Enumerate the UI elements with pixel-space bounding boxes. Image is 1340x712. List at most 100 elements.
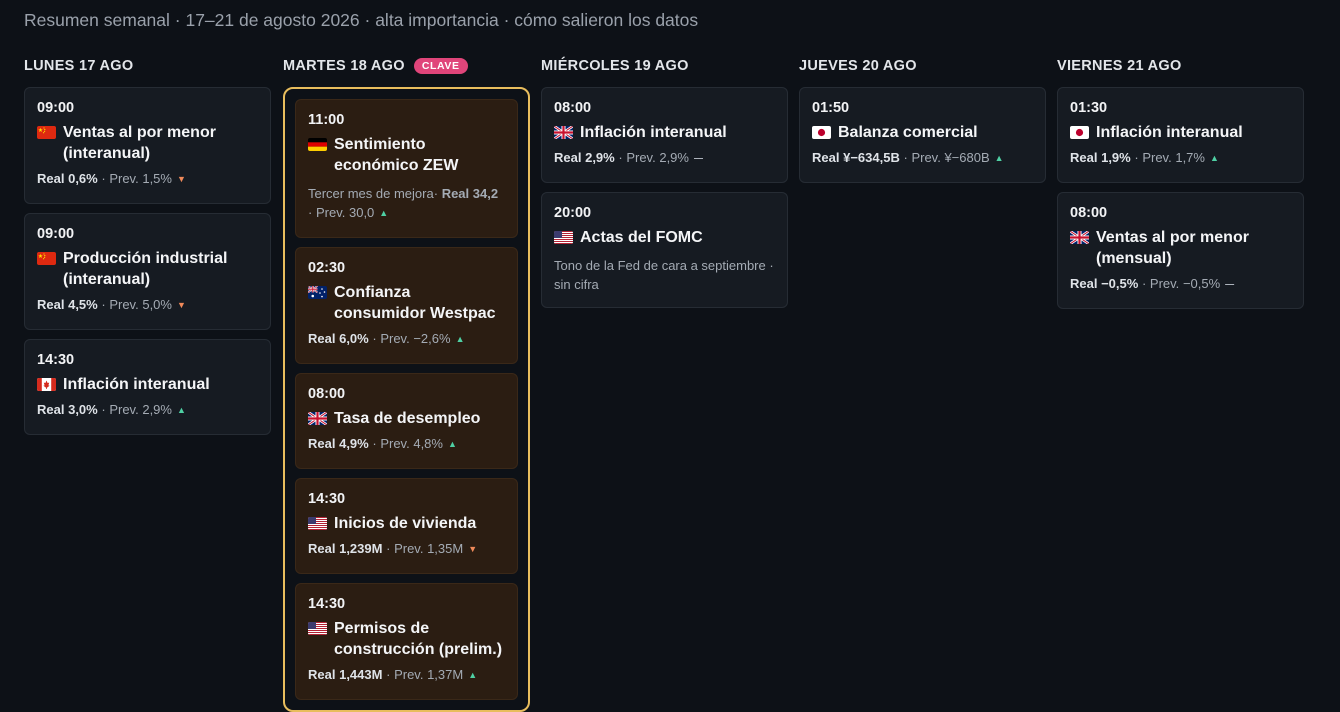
- event-stats: Real −0,5% · Prev. −0,5% —: [1070, 274, 1291, 295]
- de-flag-icon: [308, 138, 327, 151]
- event-title-row: Inicios de vivienda: [308, 513, 505, 534]
- arrow-up-icon: ▲: [1209, 153, 1219, 163]
- event-card[interactable]: 14:30 Permisos de construcción (prelim.) R…: [295, 583, 518, 700]
- separator: ·: [1134, 150, 1139, 165]
- separator: ·: [372, 331, 377, 346]
- actual-value: Real 1,239M: [308, 541, 382, 556]
- event-title: Inicios de vivienda: [334, 515, 477, 532]
- event-card[interactable]: 01:50 Balanza comercial Real ¥−634,5B · Pr…: [799, 87, 1046, 183]
- arrow-up-icon: ▲: [447, 439, 457, 449]
- event-time: 14:30: [37, 352, 75, 368]
- day-column: LUNES 17 AGO 09:00 Ventas al por menor (in…: [24, 56, 271, 435]
- separator: ·: [386, 541, 391, 556]
- arrow-down-icon: ▼: [176, 300, 186, 310]
- previous-label: Prev.: [394, 541, 424, 556]
- day-header: JUEVES 20 AGO: [799, 56, 1046, 76]
- day-column: JUEVES 20 AGO 01:50 Balanza comercial Real …: [799, 56, 1046, 183]
- separator: ·: [308, 205, 313, 220]
- event-title-row: Sentimiento económico ZEW: [308, 134, 505, 176]
- event-title: Ventas al por menor (mensual): [1096, 229, 1249, 267]
- arrow-up-icon: ▲: [455, 334, 465, 344]
- event-time: 09:00: [37, 226, 75, 242]
- event-card[interactable]: 20:00 Actas del FOMC Tono de la Fed de car…: [541, 192, 788, 308]
- event-title-row: Inflación interanual: [37, 374, 258, 395]
- actual-number: 1,9%: [1101, 150, 1131, 165]
- event-card[interactable]: 08:00 Ventas al por menor (mensual) Real −…: [1057, 192, 1304, 309]
- previous-label: Prev.: [380, 436, 410, 451]
- previous-number: 4,8%: [413, 436, 443, 451]
- previous-number: −2,6%: [413, 331, 451, 346]
- event-card[interactable]: 02:30 Confianza consumidor Westpac Real 6,…: [295, 247, 518, 364]
- arrow-up-icon: ▲: [468, 670, 478, 680]
- arrow-up-icon: ▲: [176, 405, 186, 415]
- event-list: 09:00 Ventas al por menor (interanual) Rea…: [24, 87, 271, 435]
- previous-label: Prev.: [109, 402, 139, 417]
- event-stats: Real 1,9% · Prev. 1,7% ▲: [1070, 148, 1291, 169]
- event-note: Tercer mes de mejora· Real 34,2 · Prev. …: [308, 184, 505, 224]
- separator: ·: [386, 667, 391, 682]
- event-title: Tasa de desempleo: [334, 410, 481, 427]
- event-time: 01:50: [812, 100, 850, 116]
- event-stats: Real 4,9% · Prev. 4,8% ▲: [308, 434, 505, 455]
- actual-number: ¥−634,5B: [843, 150, 900, 165]
- key-badge: CLAVE: [413, 57, 468, 75]
- previous-number: 5,0%: [142, 297, 172, 312]
- event-card[interactable]: 09:00 Producción industrial (interanual) R…: [24, 213, 271, 330]
- actual-number: −0,5%: [1101, 276, 1139, 291]
- event-list: 01:30 Inflación interanual Real 1,9% · Pre…: [1057, 87, 1304, 309]
- previous-number: −0,5%: [1182, 276, 1221, 291]
- event-card[interactable]: 01:30 Inflación interanual Real 1,9% · Pre…: [1057, 87, 1304, 183]
- actual-value: Real 1,9%: [1070, 150, 1131, 165]
- day-header: MARTES 18 AGO CLAVE: [283, 56, 530, 76]
- actual-value: Real 0,6%: [37, 171, 98, 186]
- event-time: 11:00: [308, 112, 345, 128]
- au-flag-icon: [308, 286, 327, 299]
- event-card[interactable]: 14:30 Inflación interanual Real 3,0% · Pre…: [24, 339, 271, 435]
- event-stats: Real 2,9% · Prev. 2,9% —: [554, 148, 775, 169]
- event-time: 08:00: [1070, 205, 1108, 221]
- us-flag-icon: [554, 231, 573, 244]
- previous-number: 2,9%: [142, 402, 172, 417]
- actual-value: Real 4,9%: [308, 436, 369, 451]
- event-time: 14:30: [308, 596, 346, 612]
- event-stats: Real 1,239M · Prev. 1,35M ▼: [308, 539, 505, 560]
- previous-label: Prev.: [1149, 276, 1180, 291]
- cn-flag-icon: [37, 126, 56, 139]
- event-time: 08:00: [554, 100, 592, 116]
- actual-number: 2,9%: [585, 150, 615, 165]
- event-title: Sentimiento económico ZEW: [334, 136, 459, 174]
- actual-value: Real 4,5%: [37, 297, 98, 312]
- event-time: 14:30: [308, 491, 346, 507]
- event-stats: Real 0,6% · Prev. 1,5% ▼: [37, 169, 258, 190]
- actual-value: Real 2,9%: [554, 150, 615, 165]
- event-card[interactable]: 11:00 Sentimiento económico ZEW Tercer mes…: [295, 99, 518, 238]
- arrow-down-icon: ▼: [468, 544, 478, 554]
- jp-flag-icon: [1070, 126, 1089, 139]
- previous-label: Prev.: [315, 205, 346, 220]
- event-time: 02:30: [308, 260, 346, 276]
- event-card[interactable]: 08:00 Inflación interanual Real 2,9% · Pre…: [541, 87, 788, 183]
- event-title-row: Confianza consumidor Westpac: [308, 282, 505, 324]
- day-label: MARTES 18 AGO: [283, 58, 405, 74]
- event-card[interactable]: 14:30 Inicios de vivienda Real 1,239M · Pr…: [295, 478, 518, 574]
- event-time: 01:30: [1070, 100, 1108, 116]
- event-stats: Real ¥−634,5B · Prev. ¥−680B ▲: [812, 148, 1033, 169]
- event-card[interactable]: 09:00 Ventas al por menor (interanual) Rea…: [24, 87, 271, 204]
- separator: ·: [101, 297, 106, 312]
- us-flag-icon: [308, 622, 327, 635]
- day-header: MIÉRCOLES 19 AGO: [541, 56, 788, 76]
- previous-label: Prev.: [380, 331, 410, 346]
- day-label: LUNES 17 AGO: [24, 58, 134, 74]
- event-card[interactable]: 08:00 Tasa de desempleo Real 4,9% · Prev. …: [295, 373, 518, 469]
- us-flag-icon: [308, 517, 327, 530]
- previous-label: Prev.: [109, 297, 139, 312]
- event-time: 20:00: [554, 205, 592, 221]
- day-label: VIERNES 21 AGO: [1057, 58, 1182, 74]
- actual-label: Real: [1070, 276, 1098, 291]
- event-title: Inflación interanual: [580, 124, 727, 141]
- event-title-row: Inflación interanual: [1070, 122, 1291, 143]
- event-title-row: Actas del FOMC: [554, 227, 775, 248]
- event-note: Tono de la Fed de cara a septiembre · si…: [554, 256, 775, 294]
- actual-label: Real: [308, 541, 336, 556]
- actual-label: Real: [37, 402, 65, 417]
